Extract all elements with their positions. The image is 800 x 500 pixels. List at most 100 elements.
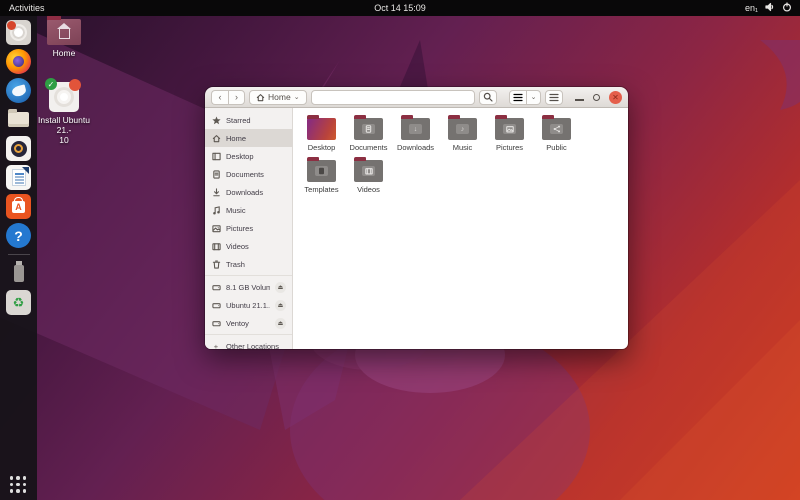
help-question-mark: ?	[14, 228, 23, 244]
dock-install-ubuntu-icon[interactable]	[6, 20, 31, 45]
clock[interactable]: Oct 14 15:09	[374, 3, 426, 13]
sidebar-item-pictures[interactable]: Pictures	[205, 219, 292, 237]
path-button[interactable]: Home ⌄	[249, 90, 307, 105]
activities-button[interactable]: Activities	[0, 3, 45, 13]
download-icon	[211, 188, 221, 197]
sidebar-item-trash[interactable]: Trash	[205, 255, 292, 273]
eject-button[interactable]: ⏏	[275, 300, 286, 311]
thunderbird-bird	[10, 84, 26, 97]
folder-icon-music: ♪	[448, 118, 477, 140]
back-button[interactable]: ‹	[211, 90, 228, 105]
desktop-icon-install-ubuntu[interactable]: ✓ Install Ubuntu 21.- 10	[31, 82, 97, 146]
document-emblem-icon	[362, 124, 375, 134]
sidebar-item-videos[interactable]: Videos	[205, 237, 292, 255]
sidebar-volume-ventoy[interactable]: Ventoy ⏏	[205, 314, 292, 332]
folder-label: Documents	[350, 143, 388, 152]
sidebar-separator	[205, 334, 292, 335]
menu-button[interactable]	[545, 90, 563, 105]
folder-downloads[interactable]: ↓ Downloads	[392, 114, 439, 152]
sidebar-volume-8gb[interactable]: 8.1 GB Volume ⏏	[205, 278, 292, 296]
sidebar-label: Ubuntu 21.1...	[226, 301, 270, 310]
share-emblem-icon	[550, 124, 563, 134]
sidebar-item-desktop[interactable]: Desktop	[205, 147, 292, 165]
headerbar[interactable]: ‹ › Home ⌄ ⌄ ✕	[205, 87, 628, 108]
folder-templates[interactable]: Templates	[298, 156, 345, 194]
dock-libreoffice-writer-icon[interactable]	[6, 165, 31, 190]
top-bar: Activities Oct 14 15:09 en₁	[0, 0, 800, 16]
view-options-button[interactable]: ⌄	[527, 90, 541, 105]
search-icon	[483, 92, 493, 102]
sidebar-item-music[interactable]: Music	[205, 201, 292, 219]
dock-thunderbird-icon[interactable]	[6, 78, 31, 103]
sidebar-label: Pictures	[226, 224, 253, 233]
sidebar-item-documents[interactable]: Documents	[205, 165, 292, 183]
show-applications-button[interactable]	[10, 476, 28, 494]
folder-desktop[interactable]: Desktop	[298, 114, 345, 152]
dock-files-icon[interactable]	[6, 107, 31, 132]
folder-icon-downloads: ↓	[401, 118, 430, 140]
folder-label: Public	[546, 143, 566, 152]
speaker	[11, 141, 27, 157]
dock-ubuntu-software-icon[interactable]: A	[6, 194, 31, 219]
picture-emblem-icon	[503, 124, 516, 134]
template-emblem-icon	[315, 166, 328, 176]
sidebar-item-other-locations[interactable]: + Other Locations	[205, 337, 292, 349]
files-window: ‹ › Home ⌄ ⌄ ✕ S	[205, 87, 628, 349]
download-emblem-icon: ↓	[409, 124, 422, 134]
drive-icon	[211, 319, 221, 328]
minimize-button[interactable]	[575, 99, 584, 101]
writer-page	[12, 169, 26, 186]
folder-label: Pictures	[496, 143, 523, 152]
desktop-icon-home[interactable]: Home	[31, 19, 97, 58]
files-grid[interactable]: Desktop Documents ↓ Downloads ♪ Music	[293, 108, 628, 349]
files-folder	[8, 112, 29, 127]
dock-firefox-icon[interactable]	[6, 49, 31, 74]
folder-icon-videos	[354, 160, 383, 182]
home-icon	[256, 93, 265, 102]
music-emblem-icon: ♪	[456, 124, 469, 134]
folder-icon-documents	[354, 118, 383, 140]
folder-label: Desktop	[308, 143, 336, 152]
folder-documents[interactable]: Documents	[345, 114, 392, 152]
folder-icon-templates	[307, 160, 336, 182]
sidebar-item-starred[interactable]: Starred	[205, 111, 292, 129]
sidebar-label: Starred	[226, 116, 251, 125]
trash-icon	[211, 260, 221, 269]
sidebar-item-downloads[interactable]: Downloads	[205, 183, 292, 201]
folder-videos[interactable]: Videos	[345, 156, 392, 194]
dock-help-icon[interactable]: ?	[6, 223, 31, 248]
home-folder-icon	[47, 19, 81, 45]
firefox-globe	[13, 56, 24, 67]
dock-usb-drive-icon[interactable]	[6, 261, 31, 286]
dock-rhythmbox-icon[interactable]	[6, 136, 31, 161]
drive-icon	[211, 283, 221, 292]
history-nav: ‹ ›	[211, 90, 245, 105]
folder-music[interactable]: ♪ Music	[439, 114, 486, 152]
volume-icon[interactable]	[765, 2, 775, 14]
folder-icon-pictures	[495, 118, 524, 140]
path-label: Home	[268, 92, 291, 102]
sidebar-item-home[interactable]: Home	[205, 129, 292, 147]
maximize-button[interactable]	[593, 94, 600, 101]
sidebar-volume-ubuntu[interactable]: Ubuntu 21.1... ⏏	[205, 296, 292, 314]
sidebar-label: Ventoy	[226, 319, 249, 328]
input-source-indicator[interactable]: en₁	[745, 3, 758, 13]
location-entry[interactable]	[311, 90, 475, 105]
plus-icon: +	[211, 342, 221, 350]
window-controls: ✕	[575, 91, 622, 104]
picture-icon	[211, 224, 221, 233]
search-button[interactable]	[479, 90, 497, 105]
folder-public[interactable]: Public	[533, 114, 580, 152]
eject-button[interactable]: ⏏	[275, 318, 286, 329]
folder-label: Music	[453, 143, 473, 152]
power-icon[interactable]	[782, 2, 792, 14]
ubuntu-logo-badge	[69, 79, 81, 91]
close-button[interactable]: ✕	[609, 91, 622, 104]
list-view-button[interactable]	[509, 90, 527, 105]
folder-icon-desktop	[307, 118, 336, 140]
eject-button[interactable]: ⏏	[275, 282, 286, 293]
folder-pictures[interactable]: Pictures	[486, 114, 533, 152]
forward-button[interactable]: ›	[228, 90, 245, 105]
dock-trash-icon[interactable]: ♻	[6, 290, 31, 315]
list-view-icon	[513, 93, 523, 102]
